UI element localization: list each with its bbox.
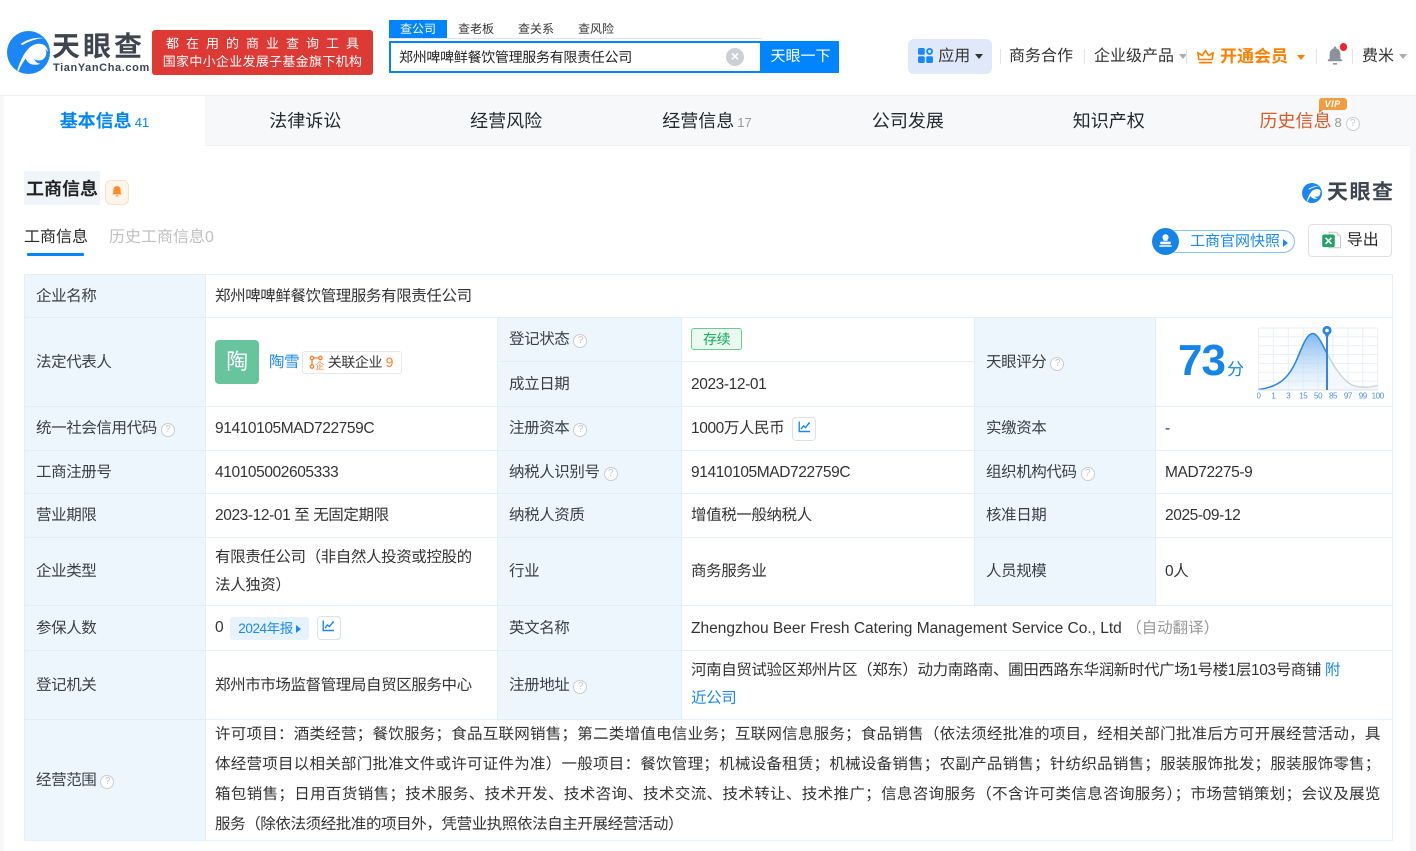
svg-text:97: 97 xyxy=(1344,392,1353,401)
svg-text:100: 100 xyxy=(1372,392,1385,401)
svg-text:企: 企 xyxy=(315,358,324,370)
svg-text:15: 15 xyxy=(1299,392,1308,401)
svg-text:3: 3 xyxy=(1286,392,1291,401)
svg-text:50: 50 xyxy=(1314,392,1323,401)
svg-text:0: 0 xyxy=(1257,392,1261,401)
svg-text:85: 85 xyxy=(1329,392,1338,401)
svg-text:1: 1 xyxy=(1271,392,1276,401)
svg-text:99: 99 xyxy=(1359,392,1368,401)
